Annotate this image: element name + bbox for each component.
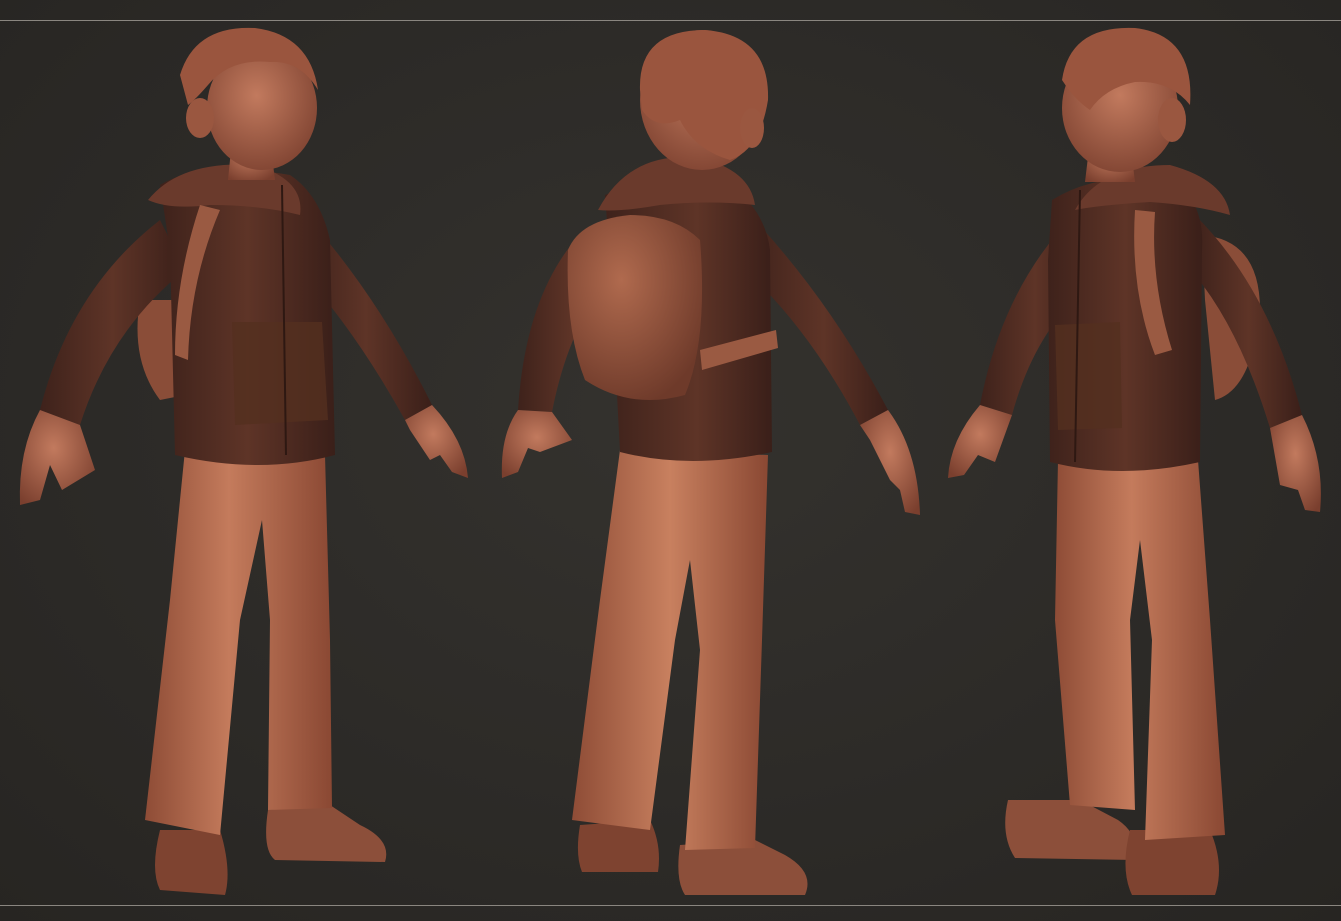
character-back-view xyxy=(480,0,940,921)
sculpt-viewport xyxy=(0,0,1341,921)
character-front-view xyxy=(0,0,480,921)
character-side-view xyxy=(940,0,1341,921)
